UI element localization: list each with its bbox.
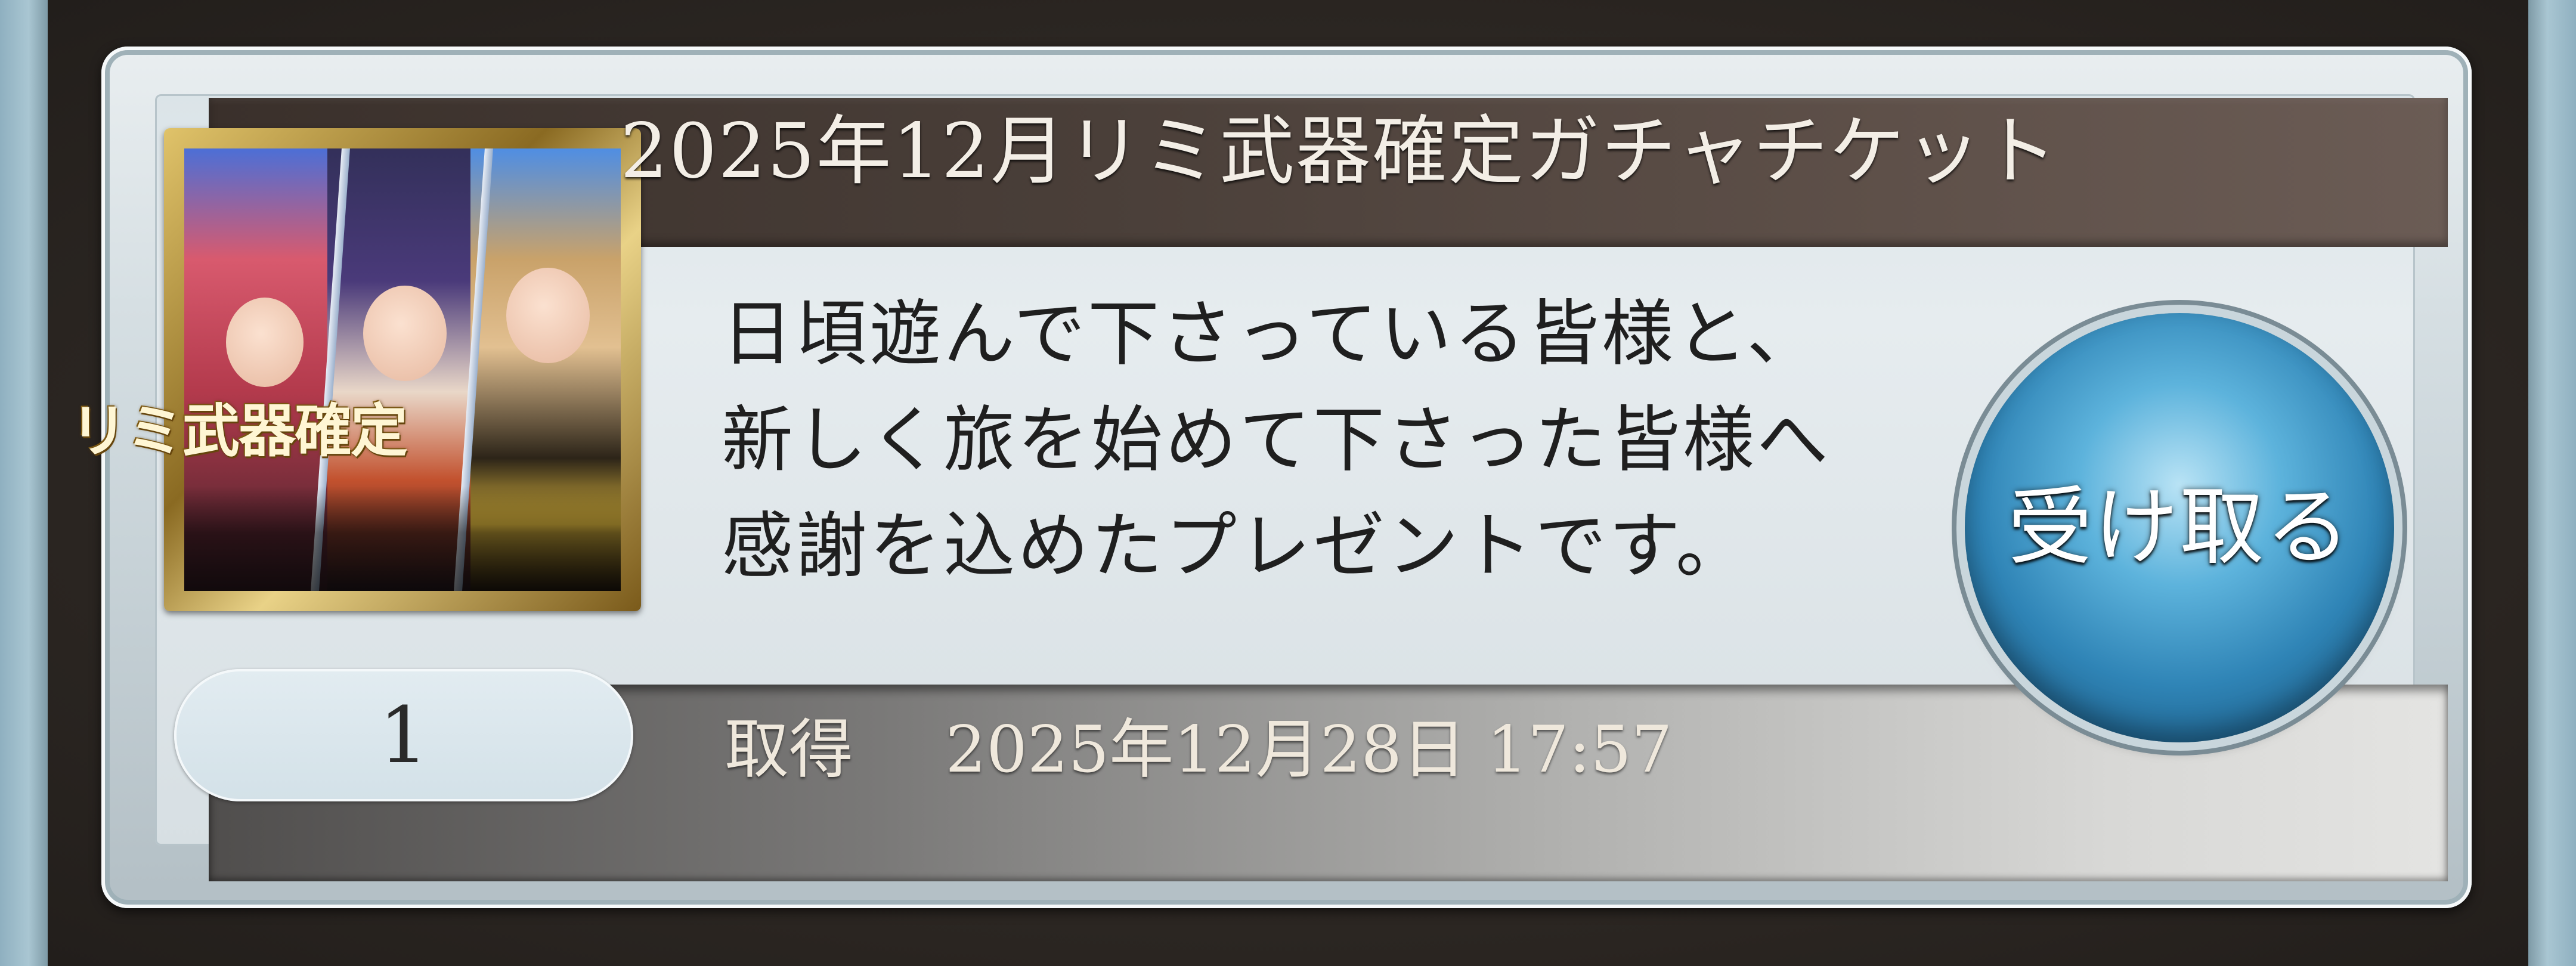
acquired-label: 取得 [724, 713, 854, 787]
receive-button-label[interactable]: 受け取る [1965, 313, 2394, 742]
acquired-datetime: 2025年12月28日 17:57 [945, 713, 1673, 787]
item-title: 2025年12月リミ武器確定ガチャチケット [620, 107, 2058, 195]
description-line: 新しく旅を始めて下さった皆様へ [722, 399, 1831, 482]
item-thumbnail [164, 128, 641, 611]
item-description: 日頃遊んで下さっている皆様と、 新しく旅を始めて下さった皆様へ 感謝を込めたプレ… [722, 281, 1914, 600]
left-edge-strip [0, 0, 48, 966]
right-edge-strip [2528, 0, 2576, 966]
description-line: 感謝を込めたプレゼントです。 [722, 505, 1750, 588]
description-line: 日頃遊んで下さっている皆様と、 [722, 293, 1821, 376]
acquired-info: 取得 2025年12月28日 17:57 [724, 698, 1673, 791]
thumbnail-caption-shade [184, 486, 621, 591]
thumbnail-caption: リミ武器確定 [70, 398, 408, 465]
quantity-value: 1 [379, 690, 429, 781]
